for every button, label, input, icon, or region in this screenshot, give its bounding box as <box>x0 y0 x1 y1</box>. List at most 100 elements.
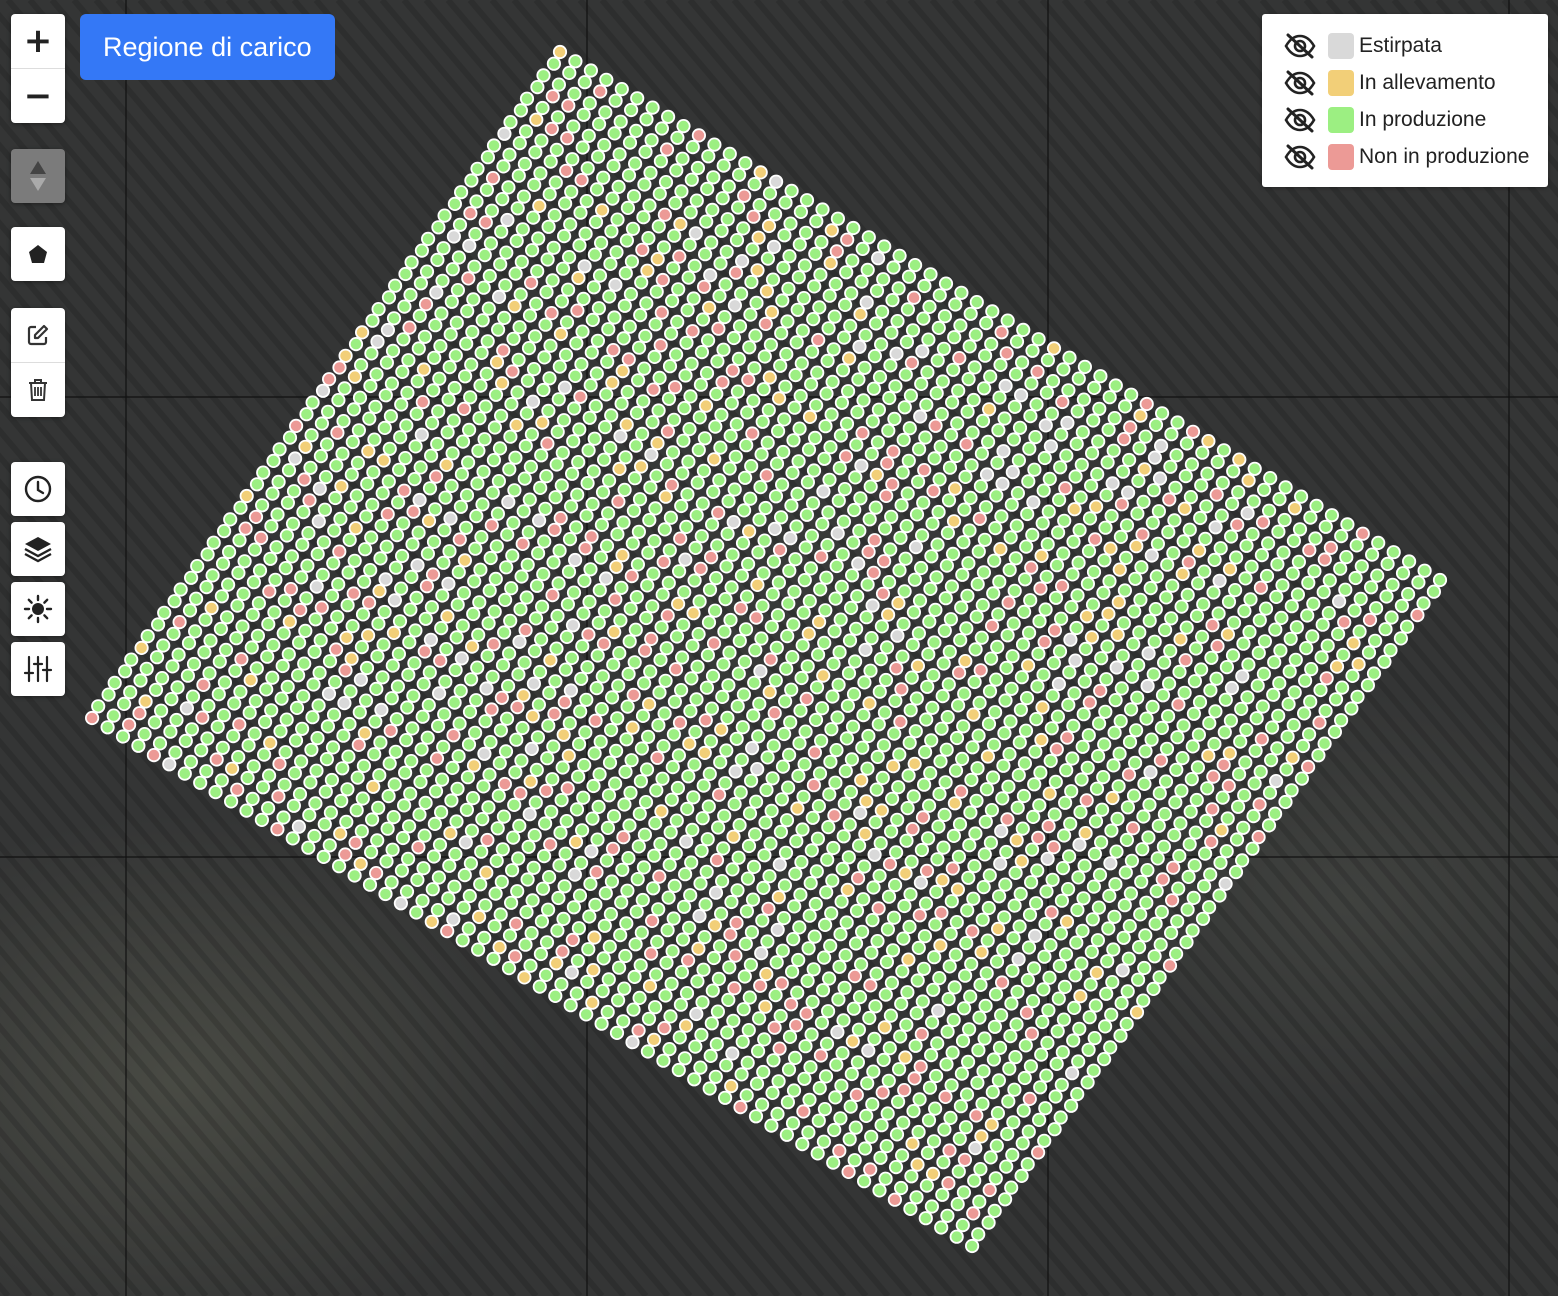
vine-plant[interactable] <box>619 916 634 931</box>
vine-plant[interactable] <box>1012 919 1027 934</box>
vine-plant[interactable] <box>741 838 757 854</box>
vine-plant[interactable] <box>1056 362 1071 377</box>
vine-plant[interactable] <box>1209 671 1224 686</box>
vine-plant[interactable] <box>963 306 978 321</box>
vine-plant[interactable] <box>811 614 827 630</box>
vine-plant[interactable] <box>611 494 626 509</box>
vine-plant[interactable] <box>1054 427 1069 442</box>
vine-plant[interactable] <box>429 751 445 766</box>
vine-plant[interactable] <box>106 708 121 723</box>
vine-plant[interactable] <box>1003 1029 1018 1044</box>
vine-plant[interactable] <box>994 325 1009 340</box>
vine-plant[interactable] <box>335 446 350 461</box>
vine-plant[interactable] <box>1007 399 1023 414</box>
vine-plant[interactable] <box>1160 557 1175 572</box>
vine-plant[interactable] <box>1058 947 1074 962</box>
vine-plant[interactable] <box>302 493 317 508</box>
vine-plant[interactable] <box>757 533 772 548</box>
vine-plant[interactable] <box>1121 951 1136 966</box>
vine-plant[interactable] <box>1185 424 1201 439</box>
vine-plant[interactable] <box>1319 671 1334 686</box>
vine-plant[interactable] <box>498 744 514 759</box>
vine-plant[interactable] <box>779 661 794 676</box>
vine-plant[interactable] <box>1229 832 1245 847</box>
vine-plant[interactable] <box>276 626 291 641</box>
vine-plant[interactable] <box>1186 706 1202 721</box>
vine-plant[interactable] <box>401 819 417 834</box>
vine-plant[interactable] <box>664 477 680 493</box>
vine-plant[interactable] <box>1297 706 1312 721</box>
vine-plant[interactable] <box>1137 776 1152 792</box>
vine-plant[interactable] <box>880 607 896 622</box>
vine-plant[interactable] <box>887 411 902 426</box>
vine-plant[interactable] <box>101 687 116 702</box>
vine-plant[interactable] <box>652 186 667 201</box>
vine-plant[interactable] <box>732 633 747 649</box>
vine-plant[interactable] <box>698 897 713 912</box>
vine-plant[interactable] <box>981 900 996 916</box>
vine-plant[interactable] <box>525 394 541 409</box>
vine-plant[interactable] <box>552 44 568 60</box>
vine-plant[interactable] <box>1031 332 1046 347</box>
vine-plant[interactable] <box>590 648 605 663</box>
vine-plant[interactable] <box>1000 628 1015 643</box>
vine-plant[interactable] <box>379 854 394 869</box>
vine-plant[interactable] <box>720 212 735 227</box>
vine-plant[interactable] <box>635 892 650 908</box>
vine-plant[interactable] <box>1045 688 1060 703</box>
vine-plant[interactable] <box>558 846 573 861</box>
vine-plant[interactable] <box>1269 773 1284 789</box>
vine-plant[interactable] <box>1146 981 1161 997</box>
vine-plant[interactable] <box>468 693 484 708</box>
vine-plant[interactable] <box>381 474 396 489</box>
vine-plant[interactable] <box>830 211 846 226</box>
vine-plant[interactable] <box>1272 491 1287 507</box>
vine-plant[interactable] <box>483 550 498 566</box>
vine-plant[interactable] <box>292 786 308 802</box>
vine-plant[interactable] <box>907 756 922 771</box>
vine-plant[interactable] <box>816 668 831 683</box>
vine-plant[interactable] <box>816 484 831 499</box>
vine-plant[interactable] <box>1238 571 1253 586</box>
vine-plant[interactable] <box>614 396 629 411</box>
vine-plant[interactable] <box>596 636 612 651</box>
vine-plant[interactable] <box>839 731 855 746</box>
vine-plant[interactable] <box>586 464 601 479</box>
vine-plant[interactable] <box>791 768 806 784</box>
vine-plant[interactable] <box>851 372 866 387</box>
vine-plant[interactable] <box>975 413 991 428</box>
vine-plant[interactable] <box>1147 949 1162 964</box>
vine-plant[interactable] <box>834 395 850 410</box>
vine-plant[interactable] <box>643 480 658 495</box>
vine-plant[interactable] <box>785 1116 801 1131</box>
vine-plant[interactable] <box>386 625 401 641</box>
vine-plant[interactable] <box>728 764 743 779</box>
vine-plant[interactable] <box>993 541 1008 557</box>
vine-plant[interactable] <box>636 676 652 691</box>
vine-plant[interactable] <box>841 351 857 366</box>
vine-plant[interactable] <box>254 812 269 828</box>
vine-plant[interactable] <box>1050 709 1066 724</box>
vine-plant[interactable] <box>572 888 588 903</box>
vine-plant[interactable] <box>1012 420 1028 435</box>
vine-plant[interactable] <box>828 276 843 292</box>
vine-plant[interactable] <box>787 584 802 599</box>
vine-plant[interactable] <box>586 962 601 978</box>
vine-plant[interactable] <box>858 642 873 657</box>
vine-plant[interactable] <box>677 400 692 416</box>
vine-plant[interactable] <box>830 526 845 541</box>
vine-plant[interactable] <box>576 107 591 122</box>
vine-plant[interactable] <box>641 697 657 712</box>
vine-plant[interactable] <box>1081 543 1097 559</box>
vine-plant[interactable] <box>834 579 849 595</box>
vine-plant[interactable] <box>506 331 521 346</box>
vine-plant[interactable] <box>436 241 451 256</box>
vine-plant[interactable] <box>1091 434 1106 449</box>
vine-plant[interactable] <box>844 752 860 767</box>
vine-plant[interactable] <box>431 870 446 885</box>
vine-plant[interactable] <box>588 713 603 728</box>
vine-plant[interactable] <box>546 240 561 255</box>
vine-plant[interactable] <box>646 382 661 397</box>
vine-plant[interactable] <box>967 858 982 874</box>
vine-plant[interactable] <box>636 860 652 875</box>
